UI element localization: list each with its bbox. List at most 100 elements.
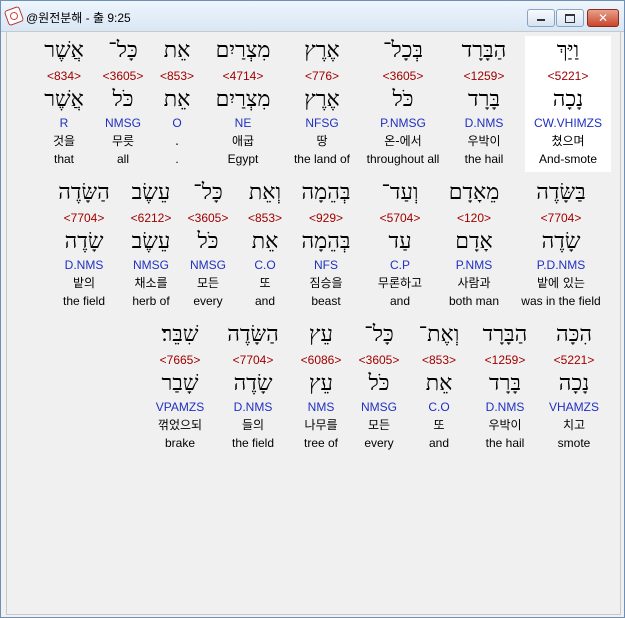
english-gloss: the field [62,294,106,308]
word-cell[interactable]: הַשָּׂדֶה <7704> שָׂדֶה D.NMS 들의 the fie… [216,320,290,456]
korean-gloss: 또 [259,276,271,290]
strong-number[interactable]: <853> [148,69,206,83]
morph-code: D.NMS [485,400,525,414]
hebrew-word: עֵשֶׂב [131,180,171,205]
english-gloss: And-smote [538,152,598,166]
word-cell[interactable]: בַּשָּׂדֶה <7704> שָׂדֶה P.D.NMS 밭에 있는 w… [511,178,611,314]
korean-gloss: 짐승을 [309,276,343,290]
close-button[interactable]: ✕ [587,9,619,27]
morph-code: NMSG [361,400,397,414]
korean-gloss: 쳤으며 [551,134,585,148]
strong-number[interactable]: <120> [437,211,511,225]
morph-code: P.D.NMS [536,258,586,272]
english-gloss: all [116,152,129,166]
hebrew-word: כָּל־ [108,38,138,63]
morph-code: NMSG [133,258,169,272]
lemma: בְּהֵמָה [301,229,351,254]
korean-gloss: 꺾었으되 [157,418,203,432]
hebrew-word: הִכָּה [555,322,593,347]
word-cell[interactable]: בְּהֵמָה <929> בְּהֵמָה NFS 짐승을 beast [289,178,363,314]
morph-code: C.O [254,258,276,272]
korean-gloss: 땅 [316,134,328,148]
word-cell[interactable]: אֲשֶׁר <834> אֲשֶׁר R 것을 that [34,36,94,172]
korean-gloss: 또 [433,418,445,432]
morph-code: P.NMSG [380,116,426,130]
hebrew-word: שִׁבֵּר׃ [161,322,199,347]
lemma: בָּרָד [468,87,500,112]
word-cell[interactable]: הַשָּׂדֶה <7704> שָׂדֶה D.NMS 밭의 the fie… [47,178,121,314]
maximize-button[interactable] [556,9,584,27]
lemma: אָדָם [455,229,493,254]
strong-number[interactable]: <5704> [363,211,437,225]
english-gloss: smote [557,436,591,450]
morph-code: VPAMZS [155,400,205,414]
word-cell[interactable]: וְאֵת <853> אֵת C.O 또 and [235,178,295,314]
word-cell[interactable]: כָּל־ <3605> כֹּל NMSG 모든 every [178,178,238,314]
strong-number[interactable]: <3605> [93,69,153,83]
word-cell[interactable]: וְאֶת־ <853> אֵת C.O 또 and [408,320,470,456]
strong-number[interactable]: <1259> [468,353,542,367]
word-cell[interactable]: הַבָּרָד <1259> בָּרָד D.NMS 우박이 the hai… [447,36,521,172]
strong-number[interactable]: <5221> [537,353,611,367]
strong-number[interactable]: <929> [289,211,363,225]
strong-number[interactable]: <1259> [447,69,521,83]
hebrew-word: אֲשֶׁר [44,38,84,63]
lemma: בָּרָד [489,371,521,396]
strong-number[interactable]: <3605> [357,69,449,83]
english-gloss: and [428,436,450,450]
morph-code: R [59,116,69,130]
english-gloss: and [389,294,411,308]
korean-gloss: 무릇 [111,134,135,148]
korean-gloss: 나무를 [304,418,338,432]
strong-number[interactable]: <5221> [525,69,611,83]
word-cell[interactable]: כָּל־ <3605> כֹּל NMSG 모든 every [348,320,410,456]
morph-code: NE [234,116,252,130]
strong-number[interactable]: <7704> [511,211,611,225]
morph-code: CW.VHIMZS [534,116,602,130]
word-cell[interactable]: הִכָּה <5221> נָכָה VHAMZS 치고 smote [537,320,611,456]
word-cell[interactable]: שִׁבֵּר׃ <7665> שָׁבַר VPAMZS 꺾었으되 brake [143,320,217,456]
lemma: כֹּל [197,229,219,254]
word-cell[interactable]: מֵאָדָם <120> אָדָם P.NMS 사람과 both man [437,178,511,314]
strong-number[interactable]: <853> [235,211,295,225]
strong-number[interactable]: <7665> [143,353,217,367]
hebrew-word: בַּשָּׂדֶה [536,180,586,205]
word-cell[interactable]: עֵץ <6086> עֵץ NMS 나무를 tree of [290,320,352,456]
word-cell[interactable]: בְּכָל־ <3605> כֹּל P.NMSG 온-에서 througho… [357,36,449,172]
app-window: @원전분해 - 출 9:25 ✕ וַיַּךְ <5221> נָכָה CW… [0,0,625,618]
morph-code: D.NMS [464,116,504,130]
strong-number[interactable]: <834> [34,69,94,83]
english-gloss: beast [311,294,341,308]
strong-number[interactable]: <7704> [47,211,121,225]
strong-number[interactable]: <3605> [178,211,238,225]
english-gloss: the field [231,436,275,450]
strong-number[interactable]: <7704> [216,353,290,367]
korean-gloss: 우박이 [467,134,501,148]
title-bar[interactable]: @원전분해 - 출 9:25 ✕ [1,1,624,32]
strong-number[interactable]: <6212> [120,211,182,225]
lemma: שָׂדֶה [541,229,581,254]
strong-number[interactable]: <3605> [348,353,410,367]
strong-number[interactable]: <6086> [290,353,352,367]
strong-number[interactable]: <776> [282,69,362,83]
korean-gloss: 치고 [562,418,586,432]
strong-number[interactable]: <853> [408,353,470,367]
app-icon[interactable] [3,5,25,27]
word-cell[interactable]: מִצְרַיִם <4714> מִצְרַיִם NE 애굽 Egypt [206,36,280,172]
word-cell[interactable]: וְעַד־ <5704> עַד C.P 무론하고 and [363,178,437,314]
word-cell[interactable]: כָּל־ <3605> כֹּל NMSG 무릇 all [93,36,153,172]
word-cell[interactable]: עֵשֶׂב <6212> עֵשֶׂב NMSG 채소를 herb of [120,178,182,314]
word-cell[interactable]: אֵת <853> אֵת O . . [148,36,206,172]
hebrew-word: מִצְרַיִם [215,38,271,63]
word-cell[interactable]: וַיַּךְ <5221> נָכָה CW.VHIMZS 쳤으며 And-s… [525,36,611,172]
strong-number[interactable]: <4714> [206,69,280,83]
korean-gloss: 애굽 [231,134,255,148]
lemma: אֵת [251,229,279,254]
word-cell[interactable]: הַבָּרָד <1259> בָּרָד D.NMS 우박이 the hai… [468,320,542,456]
minimize-button[interactable] [527,9,555,27]
lemma: מִצְרַיִם [215,87,271,112]
korean-gloss: 우박이 [488,418,522,432]
word-cell[interactable]: אֶרֶץ <776> אֶרֶץ NFSG 땅 the land of [282,36,362,172]
korean-gloss: 온-에서 [384,134,422,148]
lemma: אֵת [163,87,191,112]
